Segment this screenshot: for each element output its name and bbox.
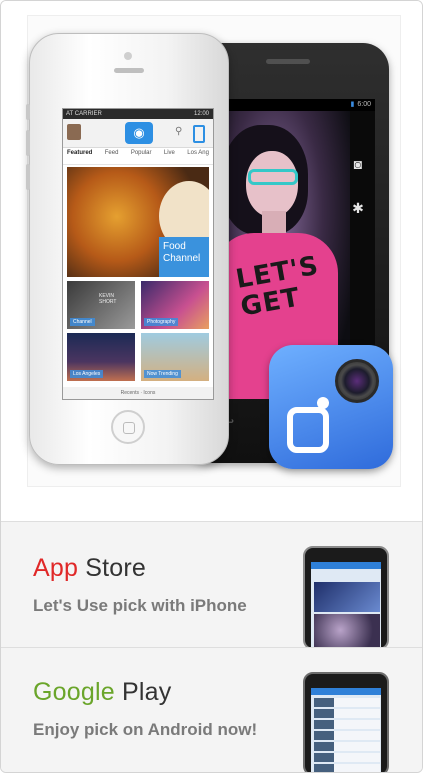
frame-icon — [287, 407, 329, 453]
iphone-front-camera — [124, 52, 132, 60]
tile-1-text: KEVIN SHORT — [99, 293, 117, 305]
thumbnail-list — [314, 698, 380, 772]
lens-icon — [335, 359, 379, 403]
camera-app-icon — [269, 345, 393, 469]
iphone-thumbnail — [303, 546, 389, 650]
tile-1-label: Channel — [70, 318, 95, 326]
ios-status-bar: AT CARRIER 12:00 — [63, 109, 213, 119]
android-speaker — [266, 59, 310, 64]
iphone-mute-switch — [26, 104, 30, 120]
avatar — [67, 124, 81, 140]
app-download-card: ▮6:00 LET'S GET ◙ ✱ ↩ ⌂ ▭ — [0, 0, 423, 773]
thumbnail-image-2 — [314, 614, 380, 648]
google-play-title[interactable]: Google Play — [33, 678, 171, 707]
search-icon: ⚲ — [175, 126, 183, 137]
android-status-time: 6:00 — [357, 101, 371, 108]
tile-2-label: Photography — [144, 318, 179, 326]
tab-featured: Featured — [67, 150, 93, 156]
app-store-title-part1: App — [33, 554, 79, 582]
photo-tile-4: Now Trending — [141, 333, 209, 381]
app-tabs: Featured Feed Popular Live Los Ang — [63, 148, 213, 165]
google-play-title-part2: Play — [121, 678, 172, 706]
app-toolbar: ◉ ⚲ — [63, 119, 213, 148]
thumbnail-image-1 — [314, 582, 380, 612]
app-store-title-part2: Store — [85, 554, 147, 582]
app-store-subtitle: Let's Use pick with iPhone — [33, 596, 247, 615]
gear-icon: ✱ — [352, 200, 364, 216]
food-photo-tile: Food Channel — [67, 167, 209, 277]
tile-3-label: Los Angeles — [70, 370, 104, 378]
photo-tile-1: KEVIN SHORT Channel — [67, 281, 135, 329]
photo-tile-2: Photography — [141, 281, 209, 329]
iphone-earpiece — [114, 68, 144, 73]
tile-4-label: Now Trending — [144, 370, 181, 378]
iphone-thumbnail-screen — [311, 562, 381, 648]
iphone-volume-up — [26, 130, 30, 156]
iphone-volume-down — [26, 164, 30, 190]
thumbnail-bar — [311, 562, 381, 569]
food-channel-badge: Food Channel — [159, 237, 209, 277]
tab-los-angeles: Los Ang — [187, 150, 209, 156]
ios-time: 12:00 — [193, 111, 209, 117]
google-play-link[interactable]: Google Play Enjoy pick on Android now! — [1, 647, 422, 772]
phone-icon — [193, 125, 205, 143]
ios-footer: Recents · Icons — [63, 387, 213, 399]
app-store-link[interactable]: App Store Let's Use pick with iPhone — [1, 521, 422, 650]
camera-switch-icon: ◙ — [353, 156, 363, 172]
battery-icon: ▮ — [350, 101, 355, 108]
ios-carrier: AT CARRIER — [66, 111, 102, 117]
google-play-title-part1: Google — [33, 678, 115, 706]
google-play-subtitle: Enjoy pick on Android now! — [33, 720, 258, 739]
iphone: AT CARRIER 12:00 ◉ ⚲ Featured Feed Popul… — [26, 33, 229, 465]
thumbnail-bar — [311, 688, 381, 695]
hero-banner: ▮6:00 LET'S GET ◙ ✱ ↩ ⌂ ▭ — [1, 1, 422, 521]
android-thumbnail — [303, 672, 389, 772]
dot-icon — [317, 397, 329, 409]
photo-tile-3: Los Angeles — [67, 333, 135, 381]
camera-icon: ◉ — [133, 125, 145, 140]
tab-live: Live — [163, 150, 175, 156]
iphone-home-button — [111, 410, 145, 444]
iphone-screen: AT CARRIER 12:00 ◉ ⚲ Featured Feed Popul… — [62, 108, 214, 400]
camera-button: ◉ — [125, 122, 153, 144]
app-store-title[interactable]: App Store — [33, 554, 146, 583]
android-thumbnail-screen — [311, 688, 381, 772]
portrait-glasses — [248, 169, 298, 185]
tab-feed: Feed — [104, 150, 119, 156]
tab-popular: Popular — [130, 150, 152, 156]
